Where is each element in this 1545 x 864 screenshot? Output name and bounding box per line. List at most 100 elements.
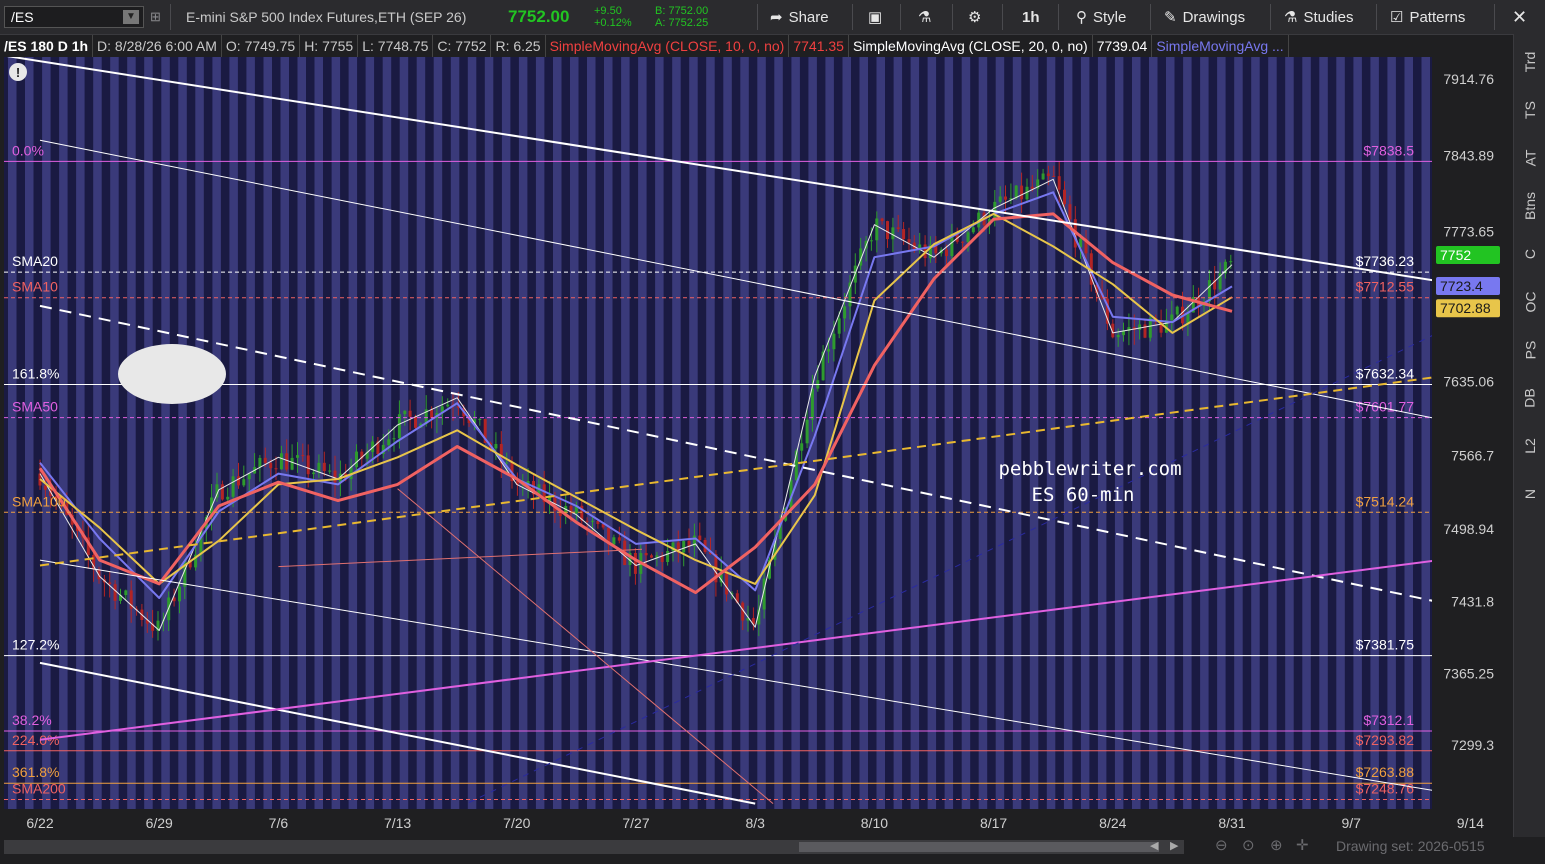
- chart-subtitle-watermark: ES 60-min: [1032, 484, 1135, 506]
- day-stripe: [587, 57, 596, 809]
- zoom-in-icon[interactable]: ⊕: [1270, 836, 1283, 854]
- day-stripe: [910, 57, 920, 809]
- change-percent: +0.12%: [594, 17, 632, 29]
- day-stripe: [825, 57, 834, 809]
- y-tick-label: 7365.25: [1443, 666, 1494, 682]
- side-tab-trd[interactable]: Trd: [1514, 52, 1545, 72]
- drawings-button[interactable]: ✎ Drawings: [1164, 0, 1245, 34]
- zoom-reset-icon[interactable]: ⊙: [1242, 836, 1255, 854]
- candle-body: [1052, 176, 1056, 177]
- candle-body: [258, 457, 262, 468]
- candle-body: [306, 455, 310, 475]
- scroll-right-icon[interactable]: ▶: [1170, 839, 1178, 852]
- studies-button[interactable]: ⚗ Studies: [1284, 0, 1354, 34]
- side-tab-label: N: [1522, 488, 1538, 500]
- side-tab-oc[interactable]: OC: [1514, 292, 1545, 313]
- patterns-label: Patterns: [1409, 8, 1466, 26]
- day-stripe: [314, 57, 323, 809]
- x-tick-label: 9/7: [1341, 815, 1361, 831]
- chart-info-bar: /ES 180 D 1h D: 8/28/26 6:00 AM O: 7749.75…: [0, 35, 1430, 57]
- share-button[interactable]: ➦ Share: [770, 0, 829, 34]
- sma10-study-label[interactable]: SimpleMovingAvg (CLOSE, 10, 0, no): [546, 35, 790, 57]
- candle-body: [591, 520, 594, 522]
- close-icon[interactable]: ✕: [1512, 0, 1527, 34]
- level-left-label: SMA100: [12, 493, 66, 509]
- candle-body: [585, 520, 589, 522]
- zoom-out-icon[interactable]: ⊖: [1215, 836, 1228, 854]
- candle-body: [322, 462, 326, 472]
- candle-body: [430, 409, 434, 419]
- candle-body: [355, 451, 358, 468]
- level-left-label: 127.2%: [12, 637, 59, 653]
- level-right-label: $7381.75: [1356, 637, 1415, 653]
- sma20-study-label[interactable]: SimpleMovingAvg (CLOSE, 20, 0, no): [849, 35, 1093, 57]
- side-tab-c[interactable]: C: [1514, 246, 1545, 262]
- candle-body: [296, 455, 299, 458]
- level-right-label: $7632.34: [1356, 366, 1415, 382]
- day-stripe: [1370, 57, 1379, 809]
- side-tab-n[interactable]: N: [1514, 486, 1545, 502]
- candle-body: [285, 453, 289, 470]
- y-tick-label: 7566.7: [1451, 448, 1494, 464]
- candle-body: [1170, 314, 1174, 321]
- symbol-input[interactable]: /ES ▼: [4, 6, 144, 28]
- level-right-label: $7263.88: [1356, 764, 1415, 780]
- toolbar-divider: [170, 4, 171, 30]
- side-tab-l2[interactable]: L2: [1514, 438, 1545, 454]
- share-label: Share: [788, 8, 829, 26]
- patterns-button[interactable]: ☑ Patterns: [1390, 0, 1465, 34]
- level-right-label: $7838.5: [1363, 142, 1414, 158]
- x-tick-label: 9/14: [1457, 815, 1484, 831]
- side-tab-ps[interactable]: PS: [1514, 341, 1545, 360]
- side-tab-btns[interactable]: Btns: [1514, 192, 1545, 220]
- sma-more-label[interactable]: SimpleMovingAvg ...: [1152, 35, 1289, 57]
- level-left-label: 161.8%: [12, 366, 59, 382]
- y-axis-area[interactable]: [1432, 57, 1513, 809]
- settings-icon[interactable]: ⊞: [150, 0, 161, 34]
- side-tab-ts[interactable]: TS: [1514, 101, 1545, 119]
- toolbar-divider: [852, 4, 853, 30]
- level-left-label: SMA50: [12, 399, 58, 415]
- day-stripe: [944, 57, 954, 809]
- level-left-label: SMA20: [12, 253, 58, 269]
- side-tab-db[interactable]: DB: [1514, 388, 1545, 407]
- horizontal-scrollbar[interactable]: [4, 840, 1184, 854]
- ask-price: A: 7752.25: [655, 17, 709, 29]
- side-tab-label: C: [1522, 248, 1538, 260]
- day-stripe: [229, 57, 238, 809]
- scrollbar-thumb[interactable]: [799, 842, 1159, 852]
- day-stripe: [1200, 57, 1209, 809]
- day-stripe: [280, 57, 289, 809]
- style-button[interactable]: ⚲ Style: [1076, 0, 1126, 34]
- gear-icon[interactable]: ⚙: [968, 0, 981, 34]
- toolbar-divider: [1494, 4, 1495, 30]
- candle-body: [237, 476, 240, 486]
- side-tab-at[interactable]: AT: [1514, 150, 1545, 167]
- flask-icon[interactable]: ⚗: [918, 0, 931, 34]
- day-stripe: [1149, 57, 1158, 809]
- candle-body: [1030, 186, 1034, 189]
- instrument-title: E-mini S&P 500 Index Futures,ETH (SEP 26…: [186, 9, 467, 25]
- timeframe-button[interactable]: 1h: [1022, 0, 1040, 34]
- x-tick-label: 7/20: [503, 815, 530, 831]
- day-stripe: [553, 57, 562, 809]
- top-toolbar: /ES ▼ ⊞ E-mini S&P 500 Index Futures,ETH …: [0, 0, 1545, 35]
- candle-body: [644, 553, 648, 556]
- candle-body: [446, 404, 450, 407]
- x-tick-label: 8/3: [745, 815, 765, 831]
- price-chart-area[interactable]: 0.0% $7838.5 SMA20 $7736.23 SMA10 $7712.55 161…: [0, 46, 1545, 837]
- candle-body: [1014, 185, 1018, 199]
- candle-body: [231, 476, 235, 497]
- screenshot-icon[interactable]: ▣: [868, 0, 882, 34]
- candle-body: [1116, 335, 1120, 338]
- crosshair-icon[interactable]: ✛: [1296, 836, 1309, 854]
- price-chart[interactable]: 0.0% $7838.5 SMA20 $7736.23 SMA10 $7712.55 161…: [0, 46, 1513, 837]
- day-stripe: [774, 57, 783, 809]
- day-stripe: [706, 57, 715, 809]
- symbol-dropdown-icon[interactable]: ▼: [123, 10, 139, 24]
- scroll-left-icon[interactable]: ◀: [1150, 839, 1158, 852]
- day-stripe: [467, 57, 477, 809]
- candle-body: [725, 570, 729, 595]
- day-stripe: [570, 57, 579, 809]
- bar-high: H: 7755: [300, 35, 359, 57]
